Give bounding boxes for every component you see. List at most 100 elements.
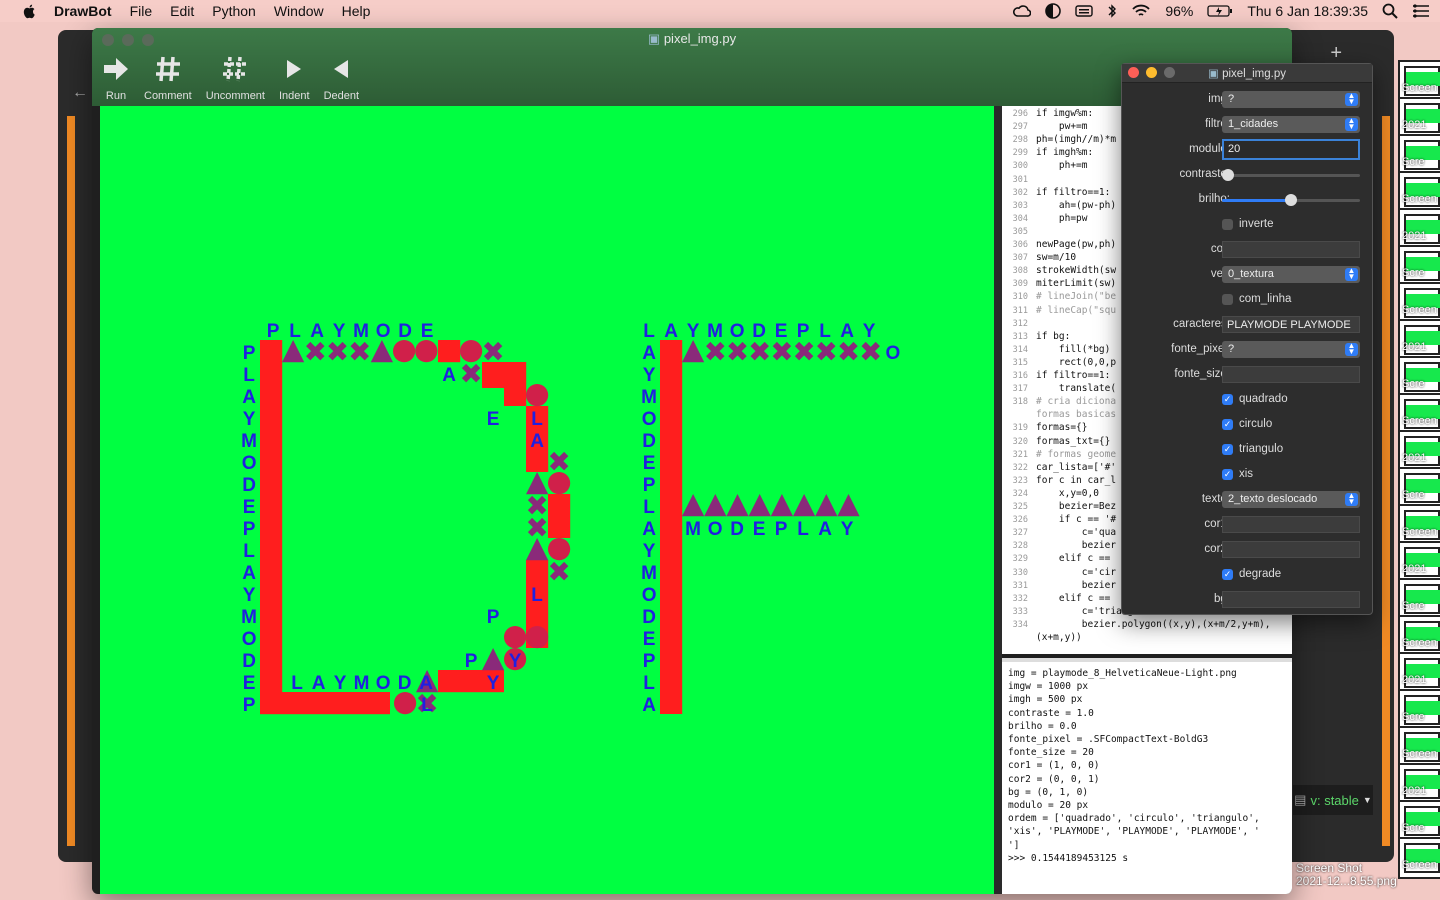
checkbox[interactable]: ✓ (1222, 419, 1233, 430)
thumb-text: Scre (1402, 489, 1425, 501)
code-line: ph=(imgh//m)*m (1036, 134, 1117, 146)
uncomment-button[interactable]: Uncomment (206, 54, 265, 102)
desktop-screenshot-thumb[interactable]: Screen (1398, 171, 1440, 213)
desktop-screenshot-thumb[interactable]: Scre (1398, 467, 1440, 509)
line-number: 330 (1012, 567, 1028, 578)
slider[interactable] (1222, 169, 1360, 181)
wifi-icon[interactable] (1131, 4, 1151, 18)
desktop-screenshot-thumb[interactable]: Screen (1398, 615, 1440, 657)
thumb-text: Screen (1402, 748, 1437, 760)
triangle-shape (370, 340, 393, 363)
circle-shape (394, 692, 417, 715)
checkbox-label[interactable]: degrade (1239, 568, 1281, 580)
menu-file[interactable]: File (130, 3, 153, 19)
pane-splitter[interactable] (994, 106, 1002, 894)
battery-icon[interactable] (1207, 4, 1233, 18)
desktop-screenshot-thumb[interactable]: 2021 (1398, 430, 1440, 472)
menu-python[interactable]: Python (212, 3, 256, 19)
checkbox-label[interactable]: xis (1239, 468, 1253, 480)
dropdown[interactable]: 0_textura ▲ ▼ (1222, 266, 1360, 283)
creative-cloud-icon[interactable] (1013, 4, 1032, 18)
pixel-letter: A (818, 519, 832, 540)
text-field[interactable] (1222, 366, 1360, 383)
dropdown[interactable]: ? ▲ ▼ (1222, 91, 1360, 108)
drawing-canvas[interactable]: PLAYMODEPLAYMODEPLAYMODEPLAYMODAAELALPPY… (100, 106, 994, 894)
pixel-letter: D (752, 321, 766, 342)
desktop-screenshot-thumb[interactable]: Scre (1398, 356, 1440, 398)
dropdown[interactable]: ? ▲ ▼ (1222, 341, 1360, 358)
desktop-screenshot-thumb[interactable]: Screen (1398, 504, 1440, 546)
back-arrow-icon[interactable]: ← (72, 84, 88, 102)
night-shift-icon[interactable] (1045, 3, 1062, 19)
text-field[interactable]: 20 (1222, 139, 1360, 160)
new-tab-icon[interactable]: + (1330, 42, 1342, 65)
checkbox[interactable] (1222, 294, 1233, 305)
menu-window[interactable]: Window (274, 3, 324, 19)
desktop-screenshot-thumb[interactable]: Screen (1398, 726, 1440, 768)
updown-arrows-icon: ▲ ▼ (1345, 267, 1358, 281)
desktop-screenshot-thumb[interactable]: Scre (1398, 578, 1440, 620)
desktop-screenshot-thumb[interactable]: 2021 (1398, 319, 1440, 361)
desktop-file-stack[interactable]: Screen 2021 Scre Screen 2021 Scre Screen 2021 Sc… (1396, 60, 1440, 900)
slider-knob[interactable] (1222, 169, 1234, 181)
control-center-icon[interactable] (1412, 4, 1430, 18)
checkbox-label[interactable]: inverte (1239, 218, 1274, 230)
checkbox[interactable]: ✓ (1222, 394, 1233, 405)
slider[interactable] (1222, 194, 1360, 206)
text-field[interactable] (1222, 241, 1360, 258)
search-icon[interactable] (1382, 3, 1398, 19)
checkbox-label[interactable]: quadrado (1239, 393, 1288, 405)
indent-button[interactable]: Indent (279, 54, 310, 102)
clock[interactable]: Thu 6 Jan 18:39:35 (1247, 3, 1368, 19)
text-field[interactable]: PLAYMODE PLAYMODE (1222, 316, 1360, 333)
menu-help[interactable]: Help (342, 3, 371, 19)
desktop-screenshot-thumb[interactable]: 2021 (1398, 97, 1440, 139)
desktop-screenshot-thumb[interactable]: 2021 (1398, 208, 1440, 250)
console-line: >>> 0.1544189453125 s (1008, 852, 1129, 864)
indent-icon (287, 60, 302, 78)
run-button[interactable]: Run (102, 54, 130, 102)
background-page-strip (67, 116, 75, 846)
slider-knob[interactable] (1285, 194, 1297, 206)
apple-icon[interactable] (20, 3, 40, 19)
desktop-screenshot-thumb[interactable]: Scre (1398, 689, 1440, 731)
version-badge[interactable]: ▤ v: stable ▼ (1293, 785, 1373, 815)
text-field[interactable] (1222, 516, 1360, 533)
desktop-screenshot-thumb[interactable]: Screen (1398, 60, 1440, 102)
desktop-screenshot-thumb[interactable]: 2021 (1398, 763, 1440, 805)
pixel-letter: A (642, 343, 656, 364)
desktop-screenshot-thumb[interactable]: Scre (1398, 134, 1440, 176)
checkbox[interactable]: ✓ (1222, 469, 1233, 480)
desktop-screenshot-thumb[interactable]: 2021 (1398, 652, 1440, 694)
comment-button[interactable]: Comment (144, 54, 192, 102)
output-console[interactable]: img = playmode_8_HelveticaNeue-Light.png… (1002, 658, 1292, 894)
keyboard-icon[interactable] (1075, 4, 1094, 18)
checkbox-label[interactable]: circulo (1239, 418, 1272, 430)
dedent-button[interactable]: Dedent (324, 54, 359, 102)
desktop-screenshot-thumb[interactable]: Scre (1398, 800, 1440, 842)
checkbox-label[interactable]: com_linha (1239, 293, 1291, 305)
desktop-file-label[interactable]: Screen Shot 2021-12...8.55.png (1296, 862, 1397, 888)
window-titlebar[interactable]: ▣ pixel_img.py Run Comment Uncomment Ind… (92, 28, 1292, 106)
menu-app-name[interactable]: DrawBot (54, 3, 112, 19)
bluetooth-icon[interactable] (1107, 3, 1117, 19)
text-field[interactable] (1222, 591, 1360, 608)
checkbox[interactable] (1222, 219, 1233, 230)
checkbox-label[interactable]: triangulo (1239, 443, 1283, 455)
checkbox[interactable]: ✓ (1222, 444, 1233, 455)
dropdown-value: 0_textura (1228, 268, 1274, 280)
pixel-letter: Y (841, 519, 854, 540)
desktop-screenshot-thumb[interactable]: Screen (1398, 837, 1440, 879)
dropdown[interactable]: 1_cidades ▲ ▼ (1222, 116, 1360, 133)
code-line: ph=pw (1036, 212, 1088, 224)
desktop-screenshot-thumb[interactable]: 2021 (1398, 541, 1440, 583)
desktop-screenshot-thumb[interactable]: Scre (1398, 245, 1440, 287)
dropdown[interactable]: 2_texto deslocado ▲ ▼ (1222, 491, 1360, 508)
checkbox[interactable]: ✓ (1222, 569, 1233, 580)
text-field[interactable] (1222, 541, 1360, 558)
desktop-screenshot-thumb[interactable]: Screen (1398, 393, 1440, 435)
menu-edit[interactable]: Edit (170, 3, 194, 19)
panel-titlebar[interactable]: ▣ pixel_img.py (1122, 64, 1372, 83)
pixel-letter: O (886, 343, 901, 364)
desktop-screenshot-thumb[interactable]: Screen (1398, 282, 1440, 324)
